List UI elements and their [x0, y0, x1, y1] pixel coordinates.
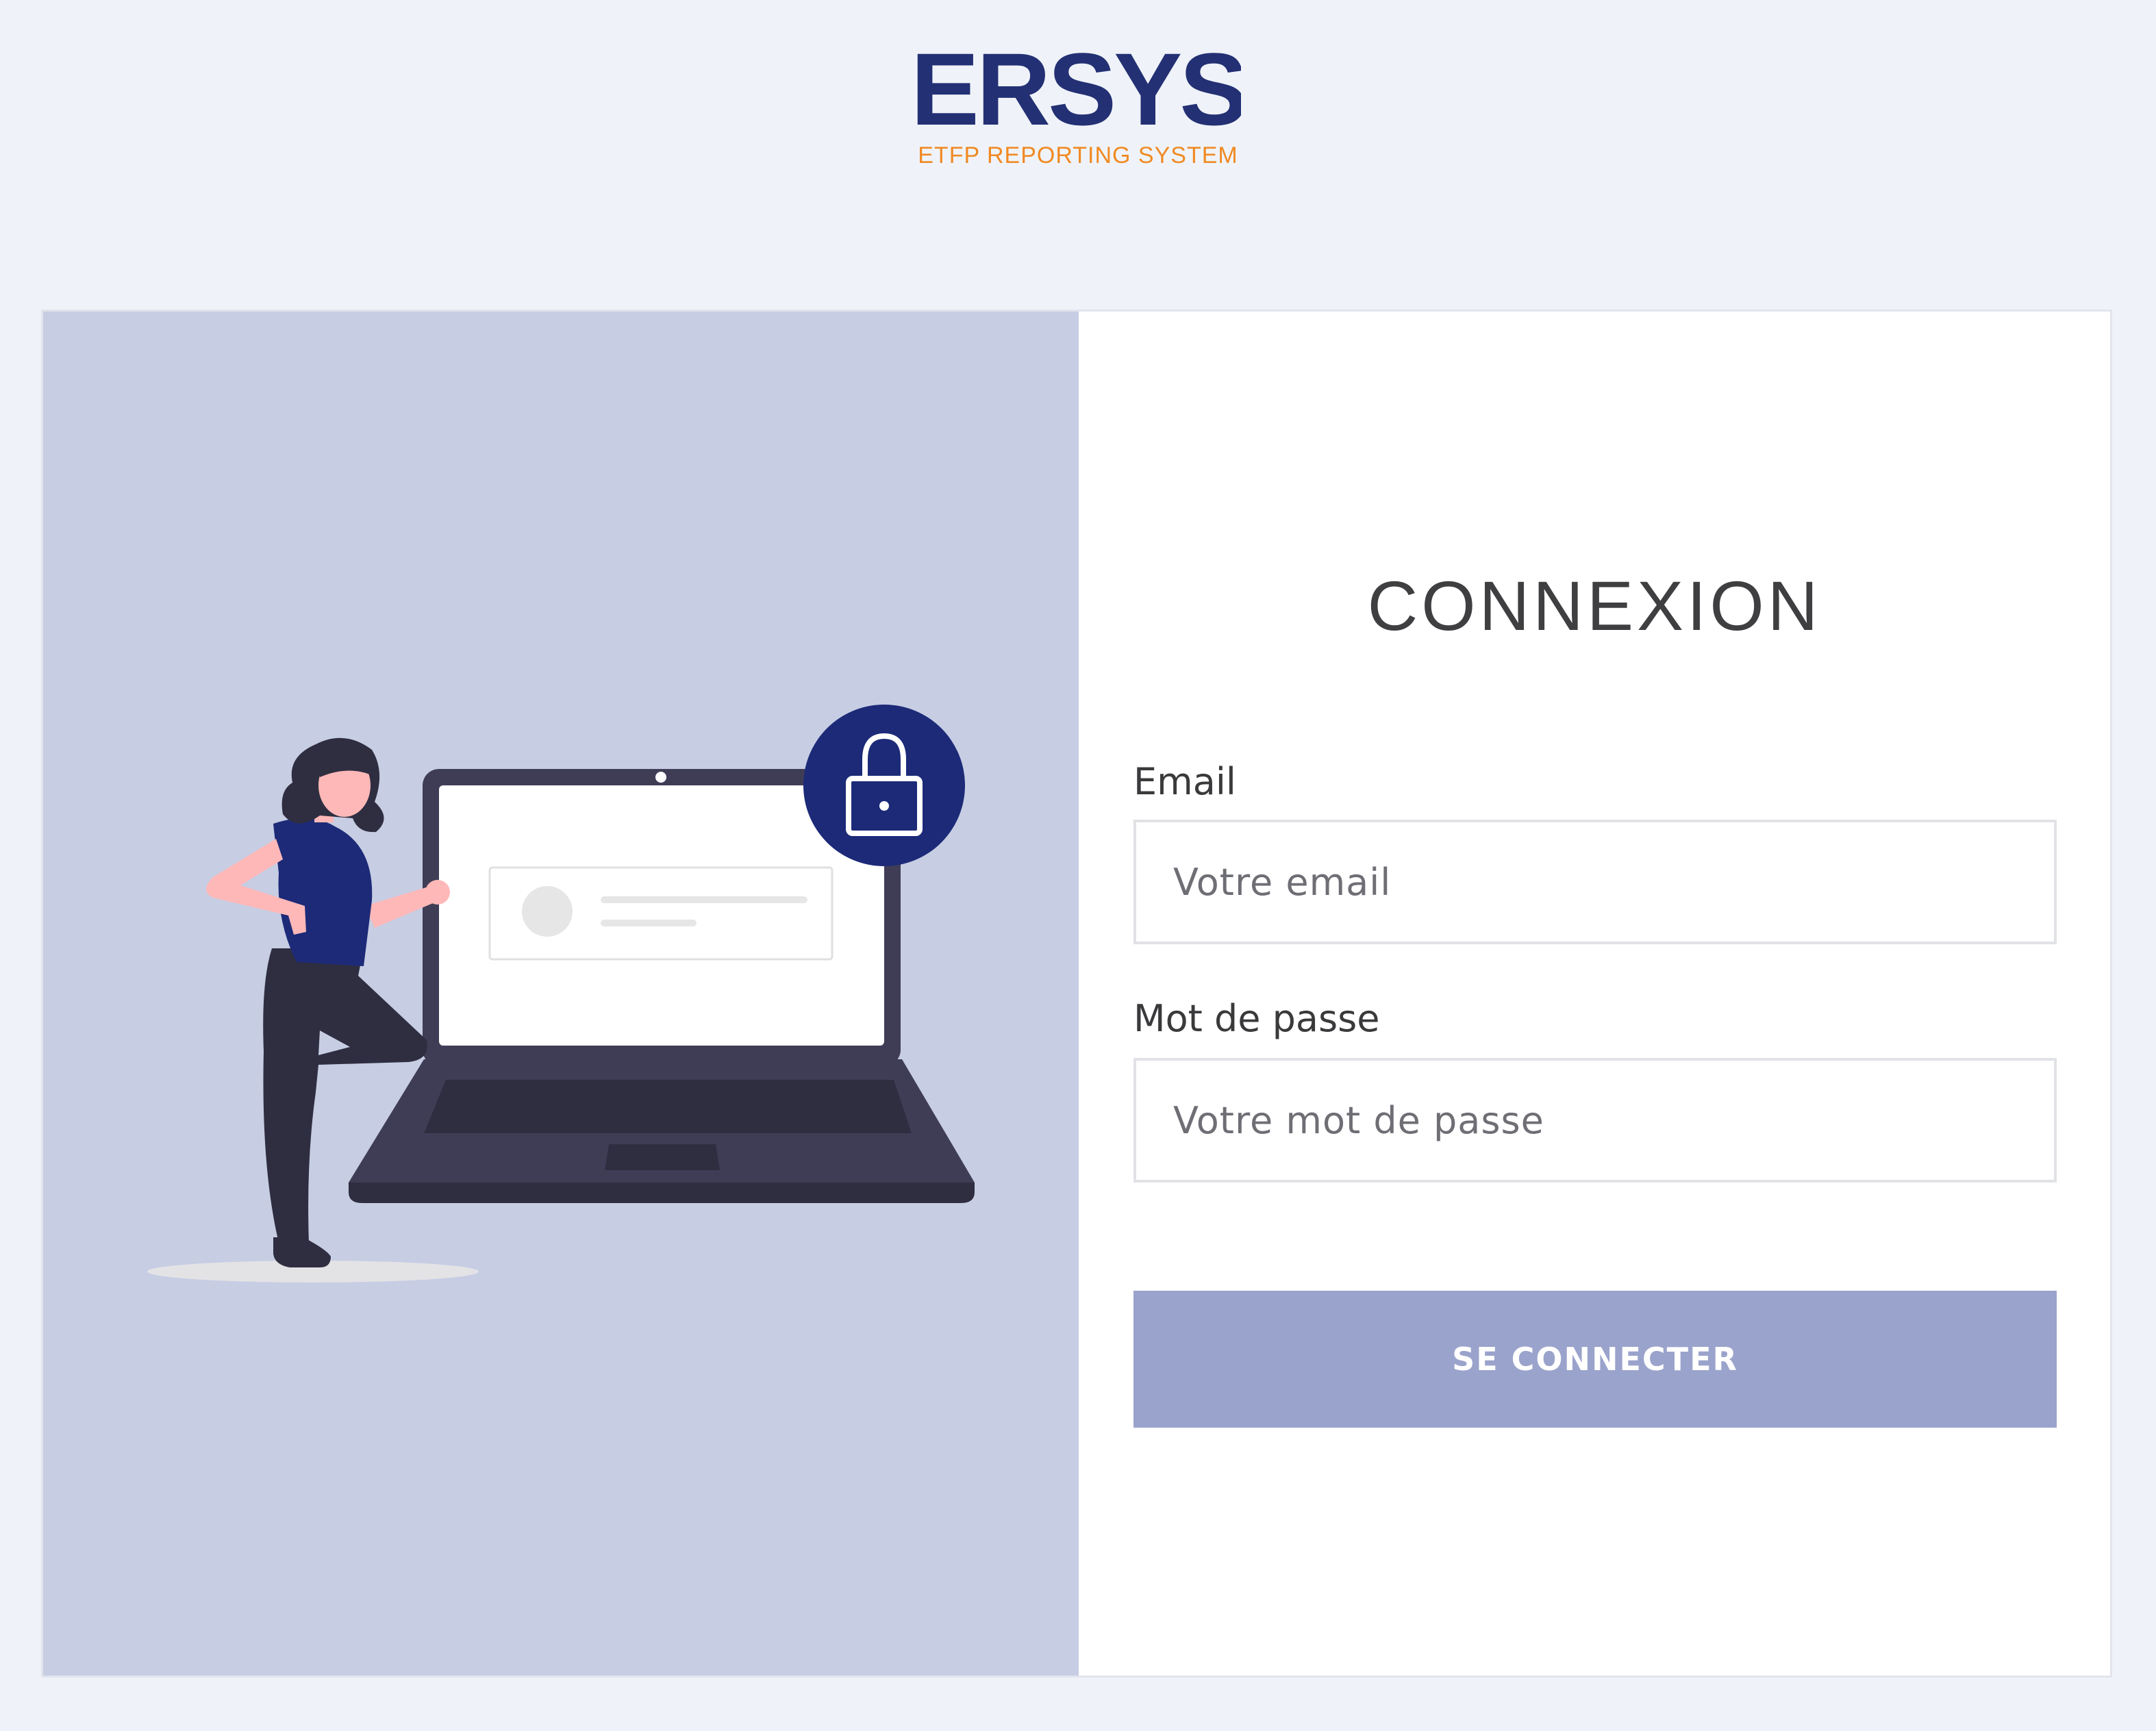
illustration-panel	[43, 312, 1079, 1676]
login-button[interactable]: SE CONNECTER	[1133, 1291, 2057, 1428]
login-illustration	[147, 705, 975, 1283]
login-form-panel: CONNEXION Email Mot de passe SE CONNECTE…	[1079, 312, 2110, 1676]
ersys-logo: ERSYS ETFP REPORTING SYSTEM	[915, 44, 1241, 168]
page-title: CONNEXION	[1367, 567, 1822, 645]
email-label: Email	[1133, 760, 1236, 803]
login-card: CONNEXION Email Mot de passe SE CONNECTE…	[41, 309, 2112, 1678]
lock-icon	[803, 705, 965, 866]
logo-tagline: ETFP REPORTING SYSTEM	[918, 142, 1238, 168]
password-label: Mot de passe	[1133, 997, 1380, 1040]
email-field[interactable]	[1133, 820, 2057, 944]
password-field[interactable]	[1133, 1058, 2057, 1183]
logo-wordmark: ERSYS	[915, 44, 1241, 147]
